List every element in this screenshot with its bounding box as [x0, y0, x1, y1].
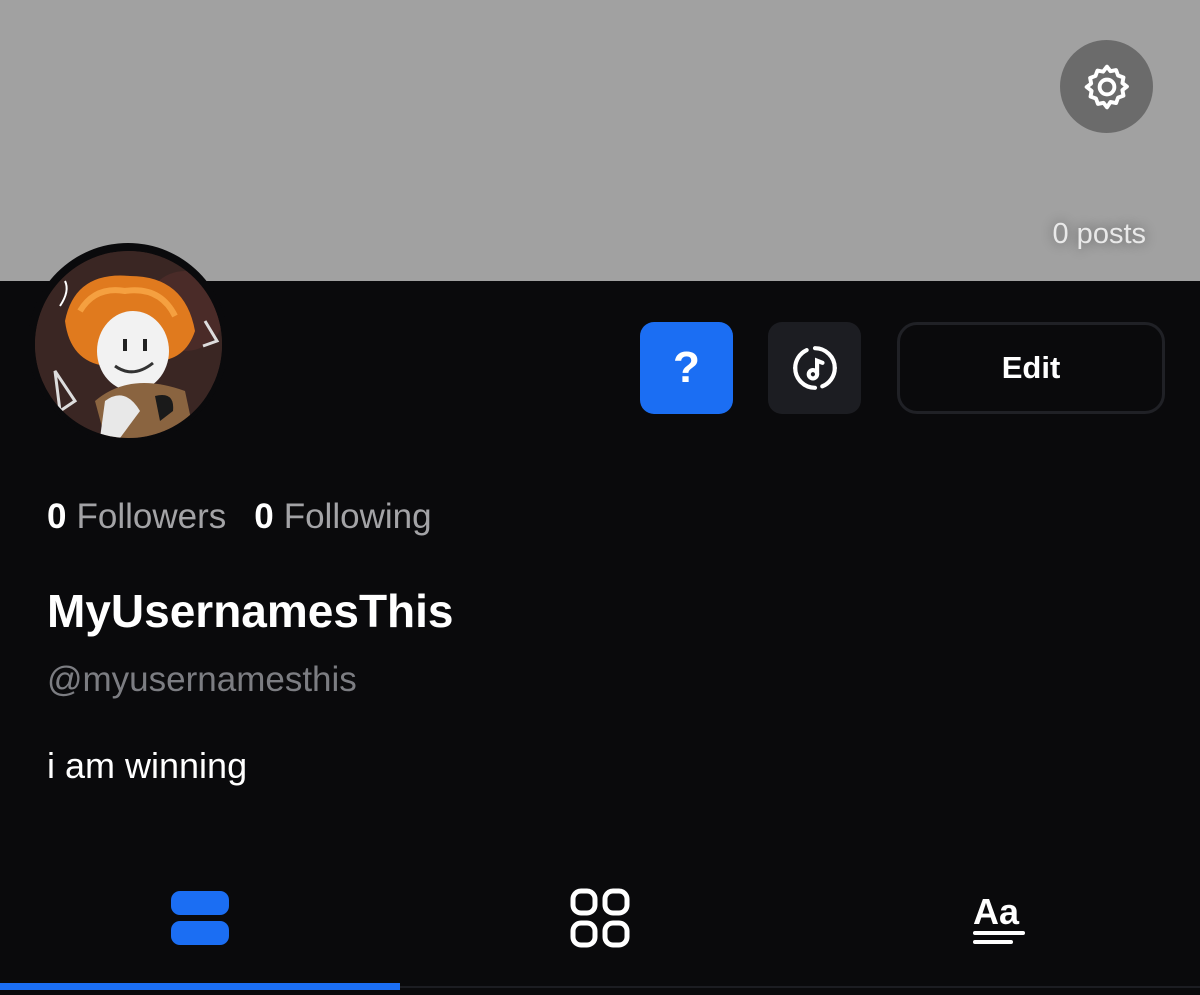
profile-bio: i am winning: [47, 745, 248, 786]
edit-profile-button[interactable]: Edit: [897, 322, 1165, 414]
grid-view-icon: [570, 888, 630, 947]
profile-page: 0 posts ? Edit 0 Followers 0 Following M…: [0, 0, 1200, 995]
following-label: Following: [283, 497, 432, 536]
avatar[interactable]: [35, 251, 222, 438]
profile-tabs: Aa: [0, 845, 1200, 990]
svg-text:Aa: Aa: [973, 891, 1020, 932]
posts-count: 0 posts: [1052, 218, 1147, 250]
list-view-icon: [171, 890, 229, 945]
username-handle: @myusernamesthis: [47, 660, 357, 699]
followers-label: Followers: [76, 497, 227, 536]
tab-text-posts[interactable]: Aa: [800, 845, 1200, 990]
question-icon: ?: [673, 343, 700, 392]
following-link[interactable]: 0 Following: [254, 497, 431, 537]
following-count: 0: [254, 497, 274, 536]
tab-grid-view[interactable]: [400, 845, 800, 990]
text-posts-icon: Aa: [973, 891, 1025, 944]
music-button[interactable]: [768, 322, 861, 414]
avatar-image: [35, 251, 222, 438]
tab-list-view[interactable]: [0, 845, 400, 990]
follow-stats: 0 Followers 0 Following: [47, 497, 432, 537]
followers-link[interactable]: 0 Followers: [47, 497, 226, 537]
tabs-divider: [400, 986, 1200, 988]
followers-count: 0: [47, 497, 67, 536]
settings-button[interactable]: [1060, 40, 1153, 133]
display-name: MyUsernamesThis: [47, 585, 454, 637]
gear-icon: [1084, 64, 1129, 109]
profile-banner: [0, 0, 1200, 281]
music-note-icon: [792, 346, 837, 390]
active-tab-indicator: [0, 983, 400, 990]
help-button[interactable]: ?: [640, 322, 733, 414]
